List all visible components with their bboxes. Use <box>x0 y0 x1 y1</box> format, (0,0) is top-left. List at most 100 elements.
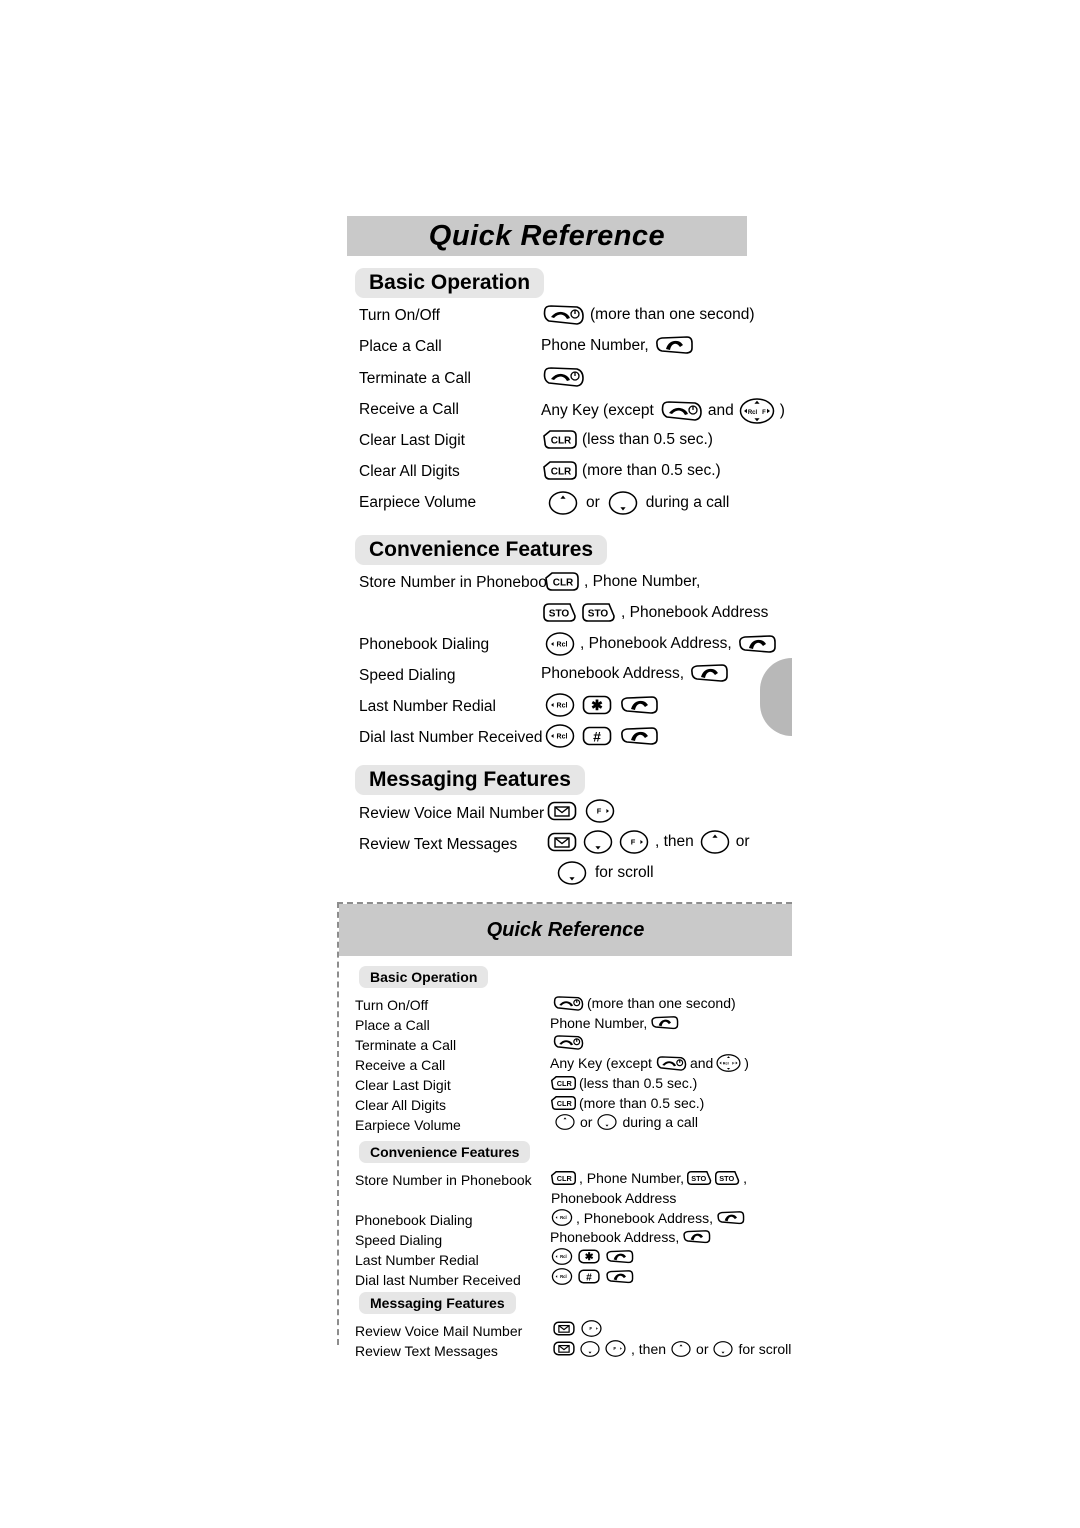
row-note-receive-pre: Any Key (except <box>541 402 654 419</box>
end-power-key-icon[interactable] <box>655 1055 687 1071</box>
volume-down-key-icon[interactable] <box>580 1340 600 1357</box>
envelope-key-icon[interactable] <box>547 832 577 852</box>
rcl-key-icon[interactable]: Rcl <box>551 1268 573 1285</box>
page-tab-marker <box>760 658 792 736</box>
volume-up-key-icon[interactable] <box>555 1114 575 1130</box>
volume-down-key-icon[interactable] <box>608 491 638 515</box>
card-row-label-phonebook-dialing: Phonebook Dialing <box>355 1212 473 1228</box>
svg-text:Rcl: Rcl <box>557 734 568 741</box>
row-label-speed-dialing: Speed Dialing <box>359 667 456 684</box>
card-row-label-turn-on-off: Turn On/Off <box>355 997 429 1013</box>
rcl-key-icon[interactable]: Rcl <box>551 1248 573 1265</box>
row-value-receive-a-call: Any Key (except and Rcl F ) <box>541 398 785 424</box>
card-title: Quick Reference <box>486 918 645 941</box>
card-title-banner: Quick Reference <box>339 904 792 956</box>
end-power-key-icon[interactable] <box>552 1035 584 1050</box>
card-section-heading-basic-operation: Basic Operation <box>359 966 489 988</box>
volume-down-key-icon[interactable] <box>583 830 613 854</box>
volume-down-key-icon[interactable] <box>597 1114 618 1130</box>
volume-up-key-icon[interactable] <box>548 491 578 515</box>
clr-key-icon[interactable]: CLR <box>543 461 577 480</box>
clr-key-icon[interactable]: CLR <box>551 1171 576 1185</box>
card-row-value-phonebook-dialing: Rcl , Phonebook Address, <box>551 1209 745 1226</box>
f-right-key-icon[interactable]: F <box>605 1340 626 1357</box>
send-key-icon[interactable] <box>619 726 659 746</box>
card-row-value-review-voice-mail: F <box>553 1320 602 1337</box>
hash-key-icon[interactable]: # <box>578 1269 600 1284</box>
sto-key-icon[interactable]: STO <box>687 1171 712 1185</box>
row-note-text-messages-scroll: for scroll <box>595 864 654 881</box>
svg-text:#: # <box>593 729 601 745</box>
envelope-key-icon[interactable] <box>547 801 577 821</box>
card-row-value-store-number-line2: Phonebook Address <box>551 1190 676 1206</box>
hash-key-icon[interactable]: # <box>582 726 612 746</box>
send-key-icon[interactable] <box>737 634 777 654</box>
end-power-key-icon[interactable] <box>659 401 703 421</box>
volume-down-key-icon[interactable] <box>557 861 587 885</box>
star-key-icon[interactable]: ✱ <box>578 1249 600 1264</box>
f-right-key-icon[interactable]: F <box>585 799 615 823</box>
tear-off-card: Quick Reference Basic Operation Turn On/… <box>337 902 792 1359</box>
row-value-review-text-messages: F , then or <box>547 830 750 854</box>
send-key-icon[interactable] <box>716 1210 745 1225</box>
end-power-key-icon[interactable] <box>552 995 584 1011</box>
volume-down-key-icon[interactable] <box>713 1340 734 1357</box>
end-power-key-icon[interactable] <box>541 367 585 387</box>
nav-rcl-f-key-icon[interactable]: Rcl F <box>716 1054 741 1072</box>
row-value-terminate-a-call <box>541 367 585 387</box>
svg-text:CLR: CLR <box>551 467 572 478</box>
f-right-key-icon[interactable]: F <box>619 830 649 854</box>
rcl-key-icon[interactable]: Rcl <box>545 724 575 748</box>
volume-up-key-icon[interactable] <box>671 1340 691 1357</box>
star-key-icon[interactable]: ✱ <box>582 695 612 715</box>
envelope-key-icon[interactable] <box>553 1341 575 1356</box>
row-note-text-messages-mid: , then <box>655 833 694 850</box>
nav-rcl-f-key-icon[interactable]: Rcl F <box>739 398 775 424</box>
clr-key-icon[interactable]: CLR <box>545 572 579 591</box>
clr-key-icon[interactable]: CLR <box>551 1076 576 1090</box>
row-label-earpiece-volume: Earpiece Volume <box>359 494 477 511</box>
end-power-key-icon[interactable] <box>541 305 585 325</box>
svg-text:F: F <box>762 410 766 416</box>
svg-text:STO: STO <box>588 609 609 620</box>
volume-up-key-icon[interactable] <box>700 830 730 854</box>
svg-text:Rcl: Rcl <box>560 1215 567 1220</box>
row-label-store-number: Store Number in Phonebook <box>359 574 555 591</box>
clr-key-icon[interactable]: CLR <box>551 1096 576 1110</box>
clr-key-icon[interactable]: CLR <box>543 430 577 449</box>
send-key-icon[interactable] <box>619 695 659 715</box>
card-store-number-comma: , <box>743 1170 747 1186</box>
svg-text:CLR: CLR <box>557 1099 573 1108</box>
card-row-label-clear-last-digit: Clear Last Digit <box>355 1077 451 1093</box>
rcl-key-icon[interactable]: Rcl <box>551 1209 573 1226</box>
send-key-icon[interactable] <box>682 1230 711 1244</box>
section-heading-convenience-features: Convenience Features <box>355 535 608 565</box>
send-key-icon[interactable] <box>689 664 729 683</box>
svg-text:CLR: CLR <box>553 578 574 589</box>
send-key-icon[interactable] <box>605 1249 634 1264</box>
f-right-key-icon[interactable]: F <box>581 1320 602 1337</box>
card-row-value-place-a-call: Phone Number, <box>550 1015 679 1031</box>
row-value-phonebook-dialing: Rcl , Phonebook Address, <box>545 632 777 656</box>
send-key-icon[interactable] <box>654 336 694 355</box>
row-note-turn-on-off: (more than one second) <box>590 306 755 323</box>
row-label-place-a-call: Place a Call <box>359 338 442 355</box>
sto-key-icon[interactable]: STO <box>582 603 616 622</box>
card-row-label-review-voice-mail: Review Voice Mail Number <box>355 1323 523 1339</box>
row-value-review-text-messages-line2: for scroll <box>557 861 654 885</box>
sto-key-icon[interactable]: STO <box>715 1171 740 1185</box>
card-row-value-clear-last-digit: CLR (less than 0.5 sec.) <box>551 1075 697 1091</box>
row-note-clear-last-digit: (less than 0.5 sec.) <box>582 430 713 448</box>
send-key-icon[interactable] <box>650 1016 679 1030</box>
sto-key-icon[interactable]: STO <box>543 603 577 622</box>
row-note-receive-mid: and <box>707 402 734 419</box>
rcl-key-icon[interactable]: Rcl <box>545 632 575 656</box>
row-label-receive-a-call: Receive a Call <box>359 401 459 418</box>
row-label-review-text-messages: Review Text Messages <box>359 836 518 853</box>
send-key-icon[interactable] <box>605 1269 634 1284</box>
rcl-key-icon[interactable]: Rcl <box>545 693 575 717</box>
svg-text:F: F <box>613 1346 616 1351</box>
section-heading-label: Basic Operation <box>369 271 531 294</box>
svg-text:F: F <box>597 807 602 816</box>
envelope-key-icon[interactable] <box>553 1321 575 1336</box>
